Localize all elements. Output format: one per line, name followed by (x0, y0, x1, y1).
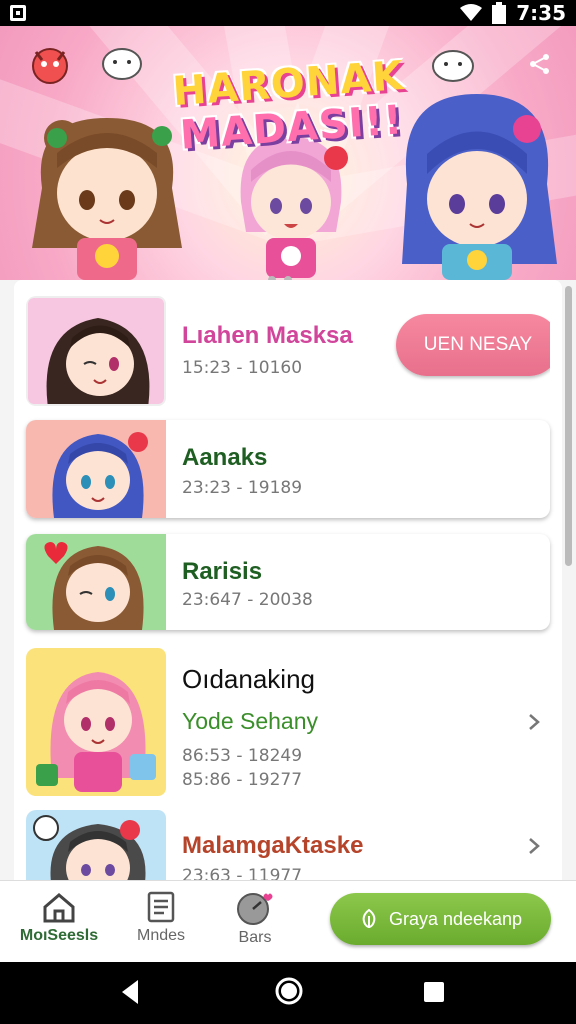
brown-haired-girl-illustration (32, 118, 182, 280)
item-meta: 23:23 - 19189 (182, 478, 303, 498)
bottom-navigation: MoıSeesls Mndes Bars Graya ndeekanp (0, 880, 576, 962)
avatar (26, 534, 166, 630)
notification-icon (10, 5, 26, 21)
white-ghost-mascot-icon (102, 48, 142, 80)
avatar (26, 810, 166, 880)
list-item[interactable]: Oıdanaking Yode Sehany 86:53 - 18249 85:… (26, 648, 550, 796)
share-icon (530, 54, 549, 74)
house-icon (43, 893, 75, 923)
scrollbar[interactable] (565, 286, 572, 566)
recents-icon[interactable] (422, 980, 446, 1004)
list-item[interactable]: Aanaks 23:23 - 19189 (26, 420, 550, 518)
item-name: Oıdanaking (182, 664, 315, 694)
nav-label: Mndes (136, 927, 186, 944)
item-name: MalamgaKtaske (182, 832, 364, 859)
list-item[interactable]: MalamgaKtaske 23:63 - 11977 (26, 810, 550, 880)
share-button[interactable] (522, 46, 558, 82)
wifi-icon (460, 4, 483, 21)
banner-title: HARONAK MADASI!! (167, 53, 413, 159)
primary-action-button[interactable]: Graya ndeekanp (330, 893, 551, 945)
system-navigation-bar (0, 962, 576, 1024)
battery-icon (492, 2, 507, 24)
list-item[interactable]: Rarisis 23:647 - 20038 (26, 534, 550, 630)
banner: HARONAK MADASI!! (0, 26, 576, 280)
home-icon[interactable] (274, 976, 304, 1006)
list-item[interactable]: Lıahen Masksa 15:23 - 10160 UEN NESAY (26, 296, 550, 406)
item-meta: 23:647 - 20038 (182, 590, 313, 610)
leaf-icon (362, 908, 376, 928)
item-name: Lıahen Masksa (182, 322, 353, 349)
back-icon[interactable] (118, 978, 142, 1006)
white-ghost-mascot-icon (432, 50, 474, 82)
status-time: 7:35 (516, 1, 566, 25)
app-screen: 7:35 HARONAK MADASI!! Lıahen Masksa 15:2… (0, 0, 576, 1024)
match-list: Lıahen Masksa 15:23 - 10160 UEN NESAY Aa… (14, 280, 562, 880)
item-meta: 85:86 - 19277 (182, 770, 303, 790)
chevron-right-icon[interactable] (524, 836, 544, 856)
red-monster-mascot-icon (32, 48, 68, 84)
item-meta: 86:53 - 18249 (182, 746, 303, 766)
nav-item-bars[interactable]: Bars (210, 891, 300, 955)
nav-item-modes[interactable]: Mndes (116, 891, 206, 955)
primary-action-label: Graya ndeekanp (388, 908, 523, 929)
avatar (26, 420, 166, 518)
item-meta: 23:63 - 11977 (182, 866, 303, 880)
document-icon (147, 891, 175, 923)
item-meta: 15:23 - 10160 (182, 358, 303, 378)
item-name: Aanaks (182, 444, 268, 471)
nav-label: MoıSeesls (19, 927, 99, 944)
status-bar: 7:35 (0, 0, 576, 26)
item-name: Rarisis (182, 558, 263, 585)
avatar (26, 296, 166, 406)
nav-item-home[interactable]: MoıSeesls (14, 891, 104, 955)
nav-label: Bars (238, 929, 272, 946)
join-button[interactable]: UEN NESAY (396, 314, 550, 376)
blue-haired-girl-illustration (402, 94, 557, 280)
avatar (26, 648, 166, 796)
chevron-right-icon[interactable] (524, 712, 544, 732)
gauge-icon (237, 893, 273, 925)
item-subtitle: Yode Sehany (182, 708, 319, 734)
